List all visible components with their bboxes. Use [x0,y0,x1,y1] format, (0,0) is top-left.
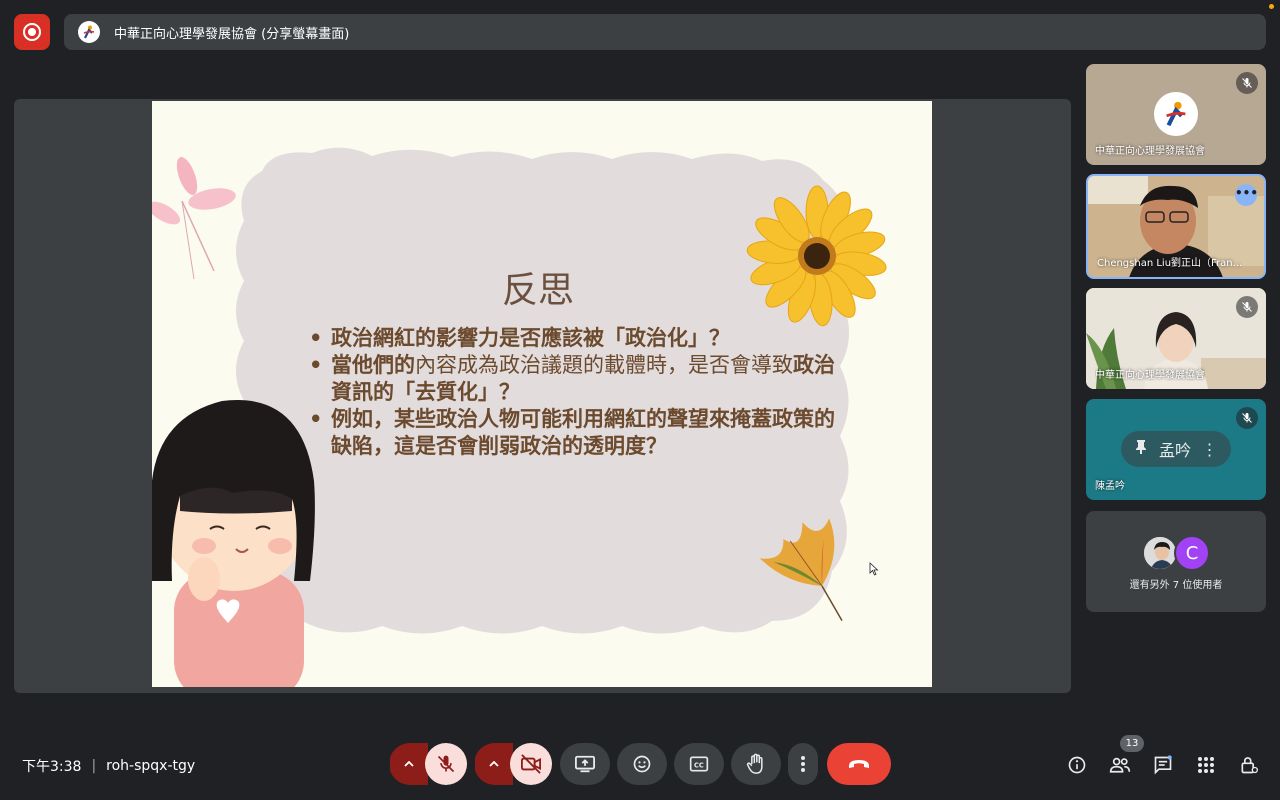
chat-icon [1154,755,1172,775]
more-options-button[interactable] [788,743,818,785]
shared-slide: 反思 政治網紅的影響力是否應該被「政治化」？ 當他們的內容成為政治議題的載體時，… [152,101,932,687]
meeting-info-button[interactable] [1065,753,1089,777]
bullet-text: 例如，某些政治人物可能利用網紅的聲望來掩蓋政策的缺陷，這是否會削弱政治的透明度？ [331,407,835,458]
reactions-button[interactable] [617,743,667,785]
tile-hover-controls[interactable]: 孟吟 ⋮ [1121,431,1231,467]
chevron-up-icon[interactable] [475,743,513,785]
mic-off-icon [437,755,455,773]
people-icon [1109,757,1131,773]
present-icon [575,755,595,773]
divider: | [91,758,97,774]
participant-tile[interactable]: 孟吟 ⋮ 陳孟吟 [1086,399,1266,500]
svg-text:CC: CC [694,761,704,769]
chevron-up-icon[interactable] [390,743,428,785]
record-button[interactable] [14,14,50,50]
slide-bullet: 政治網紅的影響力是否應該被「政治化」？ [307,325,847,352]
presenter-title: 中華正向心理學發展協會 (分享螢幕畫面) [114,26,350,42]
host-controls-icon [1241,757,1258,774]
more-options-icon [801,756,805,772]
host-controls-button[interactable] [1237,753,1261,777]
camera-toggle-button[interactable] [510,743,552,785]
participant-tile[interactable]: 中華正向心理學發展協會 [1086,64,1266,165]
participant-overlay-name: 孟吟 [1158,441,1191,460]
presentation-stage: 反思 政治網紅的影響力是否應該被「政治化」？ 當他們的內容成為政治議題的載體時，… [14,99,1071,693]
bullet-text: 當他們的 [331,353,415,377]
meeting-code: roh-spqx-tgy [106,758,196,774]
slide-title: 反思 [502,270,575,311]
slide-bullet-list: 政治網紅的影響力是否應該被「政治化」？ 當他們的內容成為政治議題的載體時，是否會… [307,325,847,460]
status-dot [1269,4,1274,9]
activities-button[interactable] [1194,753,1218,777]
captions-icon: CC [689,756,709,772]
slide-bullet: 例如，某些政治人物可能利用網紅的聲望來掩蓋政策的缺陷，這是否會削弱政治的透明度？ [307,406,847,460]
activities-icon [1198,757,1214,773]
more-options-icon[interactable]: ⋮ [1202,440,1218,459]
mic-off-icon [1236,407,1258,429]
camera-control-group [474,743,553,785]
end-call-icon [849,760,869,768]
camera-off-icon [521,754,541,774]
participant-avatar: C [1174,535,1210,571]
mic-off-icon [1236,72,1258,94]
participant-name: 陳孟吟 [1095,481,1125,492]
more-options-icon[interactable]: ••• [1235,184,1258,206]
captions-button[interactable]: CC [674,743,724,785]
participant-name: Chengshan Liu劉正山（Fran... [1097,258,1243,269]
raise-hand-button[interactable] [731,743,781,785]
others-tile[interactable]: C 還有另外 7 位使用者 [1086,511,1266,612]
presentation-bar[interactable]: 中華正向心理學發展協會 (分享螢幕畫面) [64,14,1266,50]
emoji-icon [633,755,651,773]
slide-bullet: 當他們的內容成為政治議題的載體時，是否會導致政治資訊的「去質化」？ [307,352,847,406]
participant-count-badge: 13 [1120,735,1144,752]
bullet-text-light: 內容成為政治議題的載體時，是否會導致 [415,353,793,377]
bullet-text: 政治網紅的影響力是否應該被「政治化」？ [331,326,730,350]
leave-call-button[interactable] [827,743,891,785]
people-button[interactable] [1108,753,1132,777]
participant-avatar [1154,92,1198,136]
raise-hand-icon [746,753,763,774]
chat-button[interactable] [1151,753,1175,777]
participant-tile[interactable]: ••• Chengshan Liu劉正山（Fran... [1086,174,1266,279]
meeting-details: 下午3:38 | roh-spqx-tgy [22,756,195,776]
record-icon [23,23,41,41]
participant-avatar [1142,535,1178,571]
mic-control-group [389,743,468,785]
info-icon [1068,756,1086,774]
mic-toggle-button[interactable] [425,743,467,785]
present-button[interactable] [560,743,610,785]
participant-name: 中華正向心理學發展協會 [1095,146,1205,157]
pin-icon[interactable] [1134,439,1148,459]
participant-tile[interactable]: 中華正向心理學發展協會 [1086,288,1266,389]
clock-time: 下午3:38 [22,759,82,775]
mic-off-icon [1236,296,1258,318]
mouse-cursor-icon [869,562,879,576]
others-count-label: 還有另外 7 位使用者 [1129,580,1223,591]
org-logo [78,21,100,43]
participant-name: 中華正向心理學發展協會 [1095,370,1205,381]
